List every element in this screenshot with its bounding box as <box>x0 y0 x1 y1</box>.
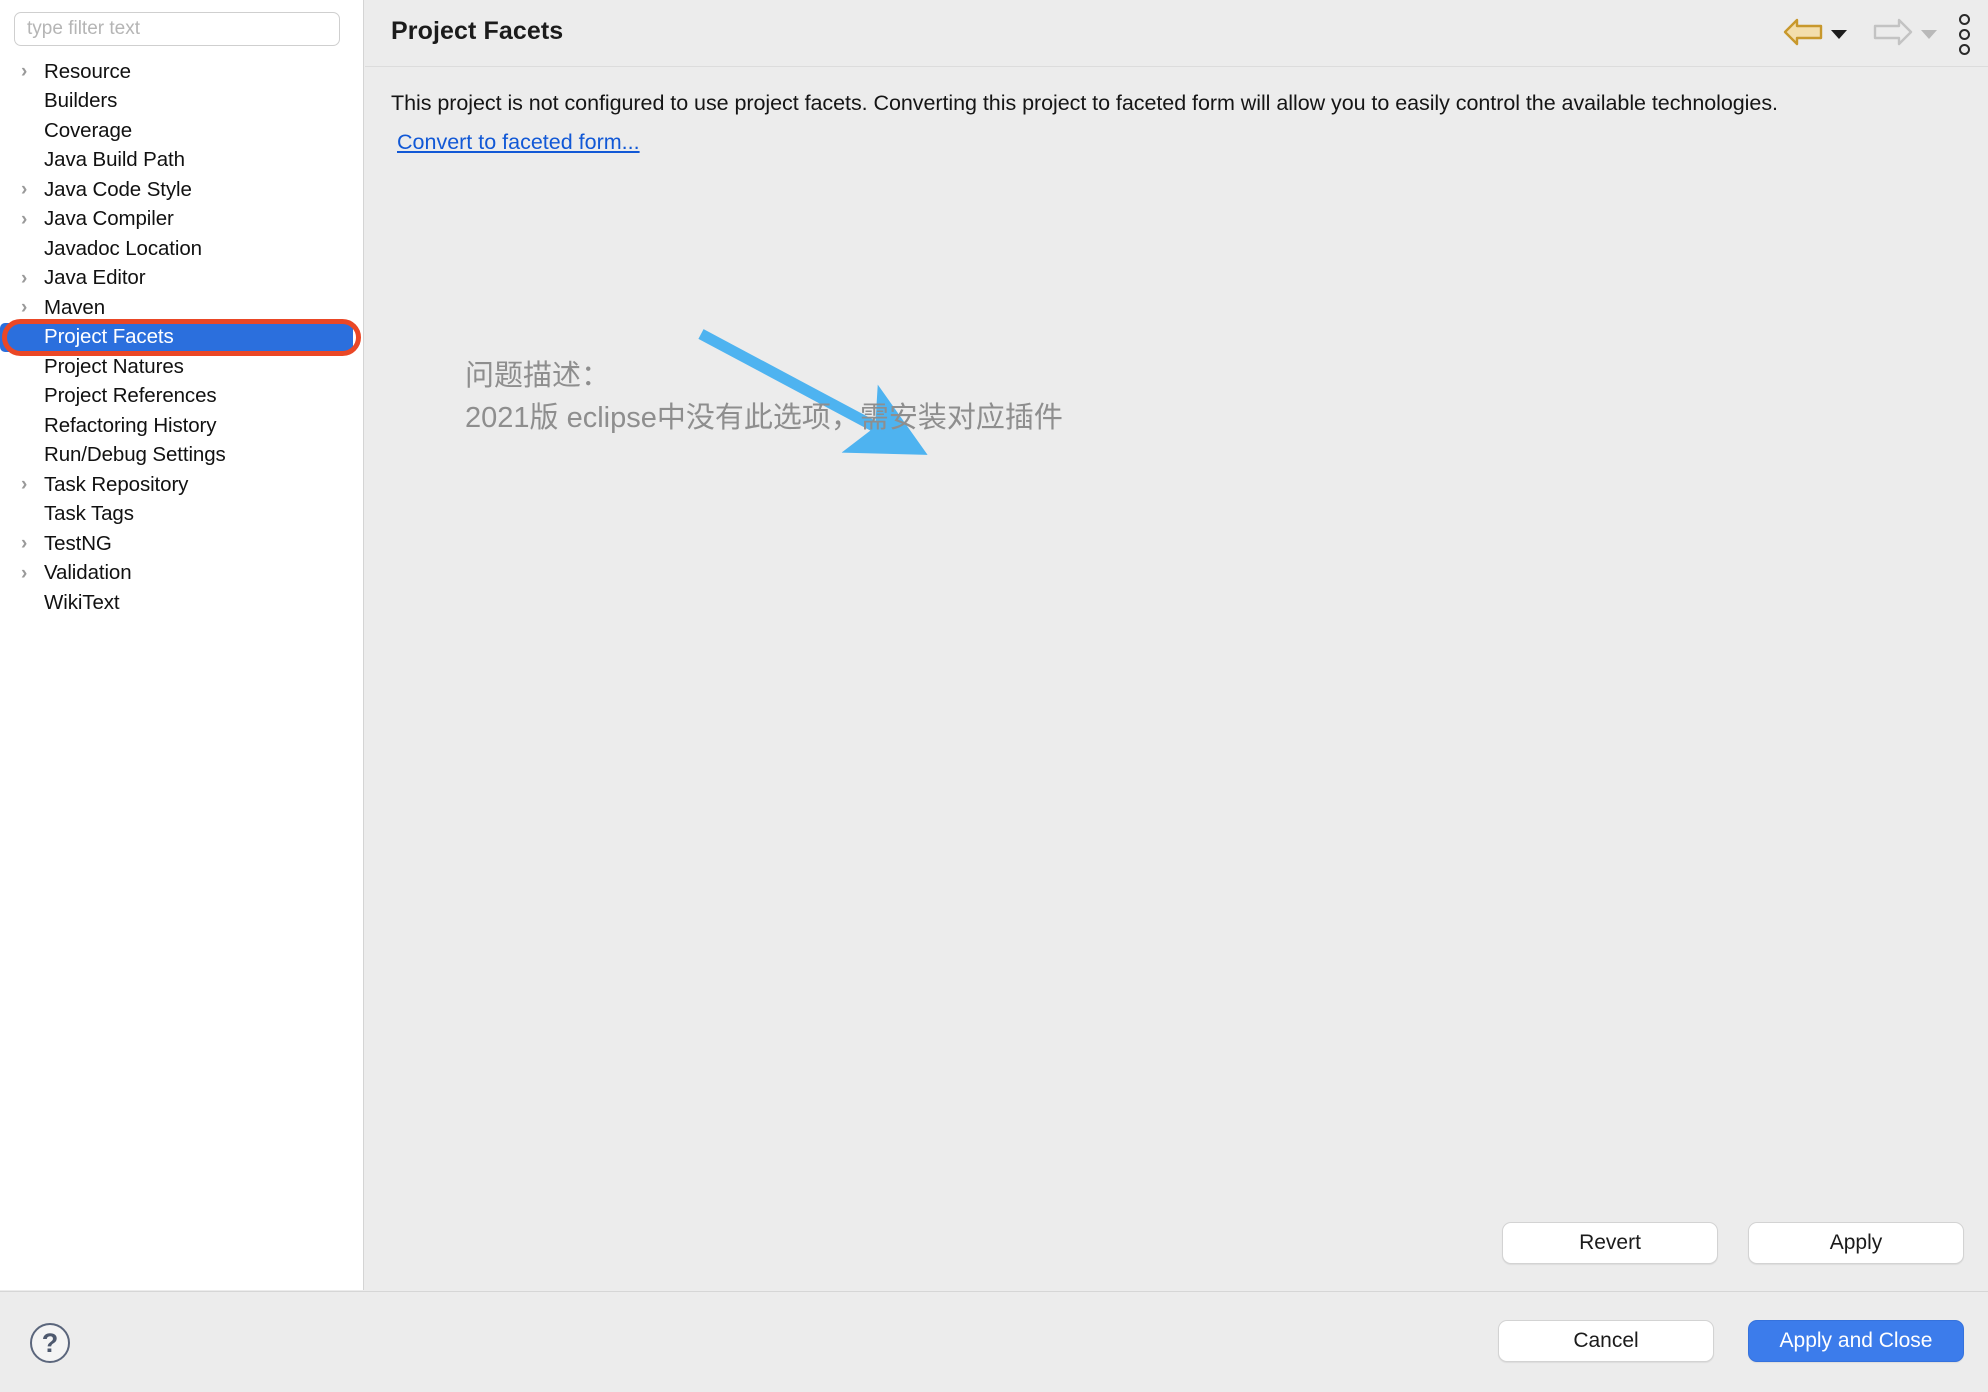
forward-arrow-icon <box>1871 16 1915 53</box>
tree-indent-spacer: › <box>18 92 44 111</box>
sidebar-item-java-editor[interactable]: › Java Editor <box>0 264 363 294</box>
content-body: This project is not configured to use pr… <box>365 67 1988 155</box>
apply-button[interactable]: Apply <box>1748 1222 1964 1264</box>
sidebar-item-label: Project References <box>44 384 217 408</box>
sidebar-item-label: TestNG <box>44 531 112 555</box>
tree-indent-spacer: › <box>18 357 44 376</box>
sidebar-item-run-debug-settings[interactable]: ›Run/Debug Settings <box>0 441 363 471</box>
back-dropdown-caret[interactable] <box>1831 29 1847 39</box>
annotation-line-2: 2021版 eclipse中没有此选项，需安装对应插件 <box>465 402 1063 435</box>
cancel-button[interactable]: Cancel <box>1498 1320 1714 1362</box>
panel-button-row: Revert Apply <box>1502 1222 1964 1264</box>
preferences-dialog: ›Resource›Builders›Coverage›Java Build P… <box>0 0 1988 1392</box>
chevron-right-icon[interactable]: › <box>18 269 44 288</box>
chevron-right-icon[interactable]: › <box>18 210 44 229</box>
dialog-button-row: Cancel Apply and Close <box>1498 1320 1964 1362</box>
sidebar-item-task-repository[interactable]: › Task Repository <box>0 470 363 500</box>
help-icon[interactable]: ? <box>30 1323 70 1363</box>
sidebar-item-maven[interactable]: › Maven <box>0 293 363 323</box>
sidebar-item-refactoring-history[interactable]: ›Refactoring History <box>0 411 363 441</box>
sidebar-item-label: WikiText <box>44 590 120 614</box>
tree-indent-spacer: › <box>18 505 44 524</box>
revert-button[interactable]: Revert <box>1502 1222 1718 1264</box>
annotation-line-1: 问题描述： <box>465 360 611 392</box>
preferences-sidebar: ›Resource›Builders›Coverage›Java Build P… <box>0 0 364 1290</box>
tree-indent-spacer: › <box>18 151 44 170</box>
sidebar-item-validation[interactable]: › Validation <box>0 559 363 589</box>
sidebar-item-builders[interactable]: ›Builders <box>0 87 363 117</box>
apply-and-close-button[interactable]: Apply and Close <box>1748 1320 1964 1362</box>
sidebar-item-label: Project Facets <box>44 325 174 349</box>
chevron-right-icon[interactable]: › <box>18 62 44 81</box>
back-arrow-icon <box>1781 16 1825 53</box>
content-header: Project Facets <box>365 0 1988 67</box>
sidebar-item-coverage[interactable]: ›Coverage <box>0 116 363 146</box>
sidebar-item-task-tags[interactable]: ›Task Tags <box>0 500 363 530</box>
forward-button <box>1867 14 1941 54</box>
sidebar-item-wikitext[interactable]: ›WikiText <box>0 588 363 618</box>
sidebar-item-label: Javadoc Location <box>44 236 202 260</box>
sidebar-item-label: Builders <box>44 89 118 113</box>
content-panel: Project Facets This project is not confi… <box>365 0 1988 1290</box>
sidebar-item-java-compiler[interactable]: › Java Compiler <box>0 205 363 235</box>
page-title: Project Facets <box>391 17 564 45</box>
sidebar-item-testng[interactable]: › TestNG <box>0 529 363 559</box>
tree-indent-spacer: › <box>18 446 44 465</box>
facets-description: This project is not configured to use pr… <box>391 91 1778 115</box>
chevron-right-icon[interactable]: › <box>18 534 44 553</box>
annotation-text: 问题描述： 2021版 eclipse中没有此选项，需安装对应插件 <box>465 355 1063 439</box>
forward-dropdown-caret <box>1921 29 1937 39</box>
filter-container <box>0 0 363 52</box>
sidebar-item-label: Coverage <box>44 118 133 142</box>
sidebar-item-label: Run/Debug Settings <box>44 443 226 467</box>
chevron-right-icon[interactable]: › <box>18 475 44 494</box>
filter-input[interactable] <box>14 12 340 46</box>
convert-to-faceted-form-link[interactable]: Convert to faceted form... <box>397 130 640 155</box>
sidebar-item-label: Validation <box>44 561 132 585</box>
back-button[interactable] <box>1777 14 1851 54</box>
sidebar-item-label: Task Tags <box>44 502 134 526</box>
dialog-bottom-bar: ? Cancel Apply and Close <box>0 1291 1988 1392</box>
sidebar-item-label: Java Compiler <box>44 207 174 231</box>
sidebar-item-project-facets[interactable]: ›Project Facets <box>0 322 353 352</box>
sidebar-item-javadoc-location[interactable]: ›Javadoc Location <box>0 234 363 264</box>
chevron-right-icon[interactable]: › <box>18 180 44 199</box>
sidebar-item-label: Java Code Style <box>44 177 192 201</box>
preferences-tree: ›Resource›Builders›Coverage›Java Build P… <box>0 57 363 618</box>
tree-indent-spacer: › <box>18 239 44 258</box>
tree-indent-spacer: › <box>18 121 44 140</box>
sidebar-item-label: Project Natures <box>44 354 184 378</box>
sidebar-item-label: Refactoring History <box>44 413 217 437</box>
chevron-right-icon[interactable]: › <box>18 298 44 317</box>
overflow-menu-icon[interactable] <box>1959 13 1970 55</box>
tree-indent-spacer: › <box>18 416 44 435</box>
sidebar-item-label: Java Editor <box>44 266 146 290</box>
sidebar-item-label: Maven <box>44 295 106 319</box>
chevron-right-icon[interactable]: › <box>18 564 44 583</box>
sidebar-item-resource[interactable]: › Resource <box>0 57 363 87</box>
navigation-toolbar <box>1777 13 1974 55</box>
sidebar-item-project-references[interactable]: ›Project References <box>0 382 363 412</box>
sidebar-item-label: Task Repository <box>44 472 189 496</box>
sidebar-item-project-natures[interactable]: ›Project Natures <box>0 352 363 382</box>
tree-indent-spacer: › <box>18 328 44 347</box>
sidebar-item-java-code-style[interactable]: › Java Code Style <box>0 175 363 205</box>
sidebar-item-label: Java Build Path <box>44 148 185 172</box>
sidebar-item-label: Resource <box>44 59 131 83</box>
tree-indent-spacer: › <box>18 387 44 406</box>
sidebar-item-java-build-path[interactable]: ›Java Build Path <box>0 146 363 176</box>
tree-indent-spacer: › <box>18 593 44 612</box>
